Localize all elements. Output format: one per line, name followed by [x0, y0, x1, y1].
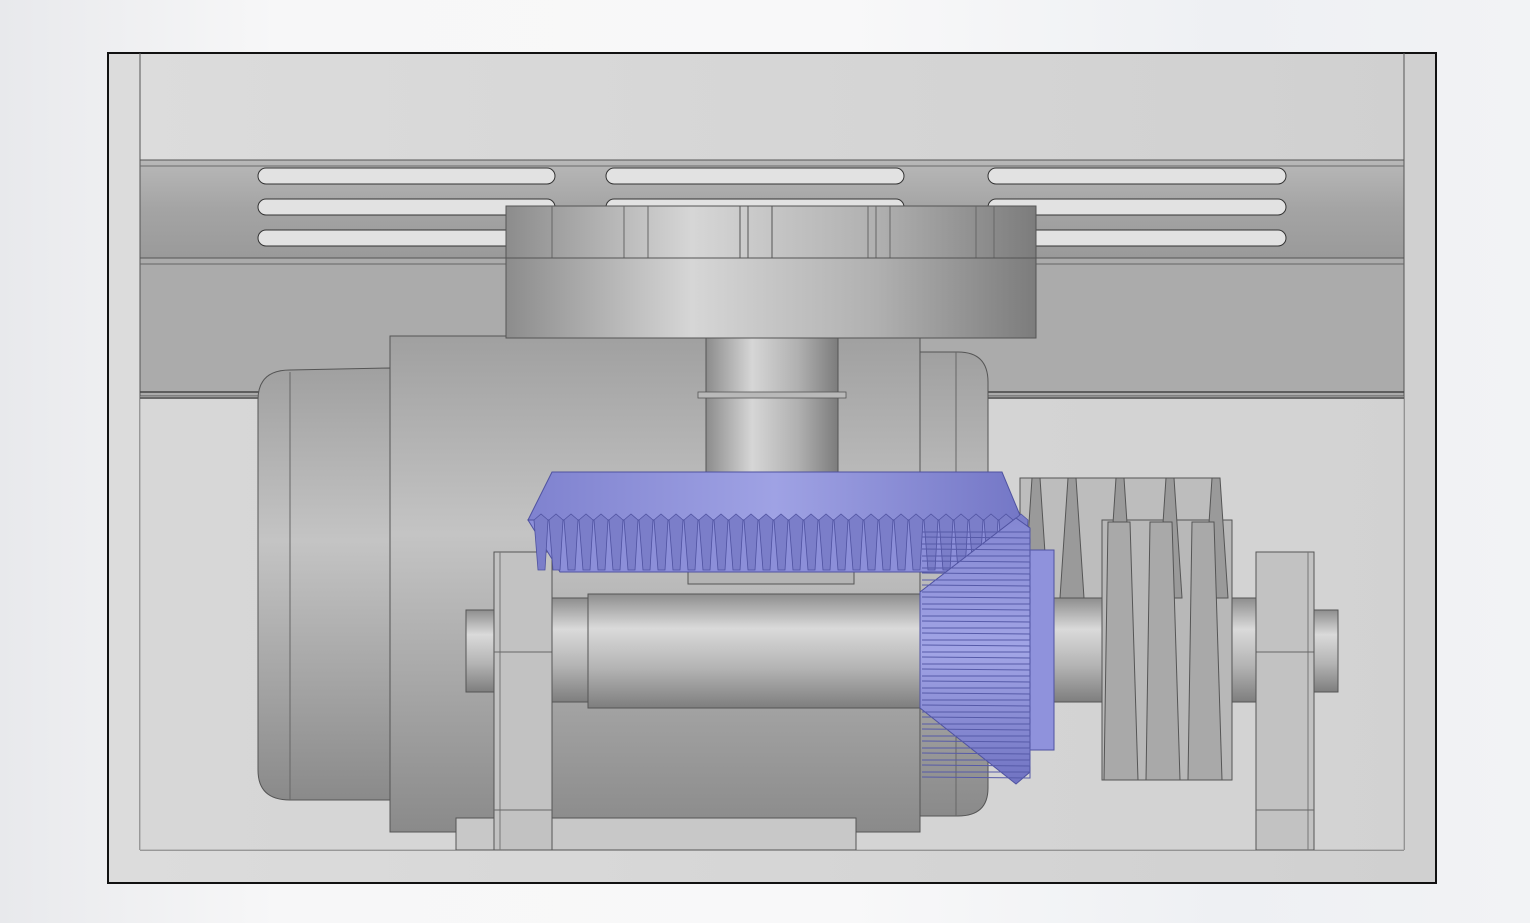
vent-slot — [987, 167, 1287, 185]
vent-slot — [605, 167, 905, 185]
vent-slot — [257, 167, 556, 185]
vertical-shaft — [697, 337, 847, 479]
cad-viewport[interactable] — [0, 0, 1530, 923]
assembly-drawing — [107, 52, 1437, 884]
top-hub — [505, 205, 1037, 339]
motor — [257, 335, 989, 851]
